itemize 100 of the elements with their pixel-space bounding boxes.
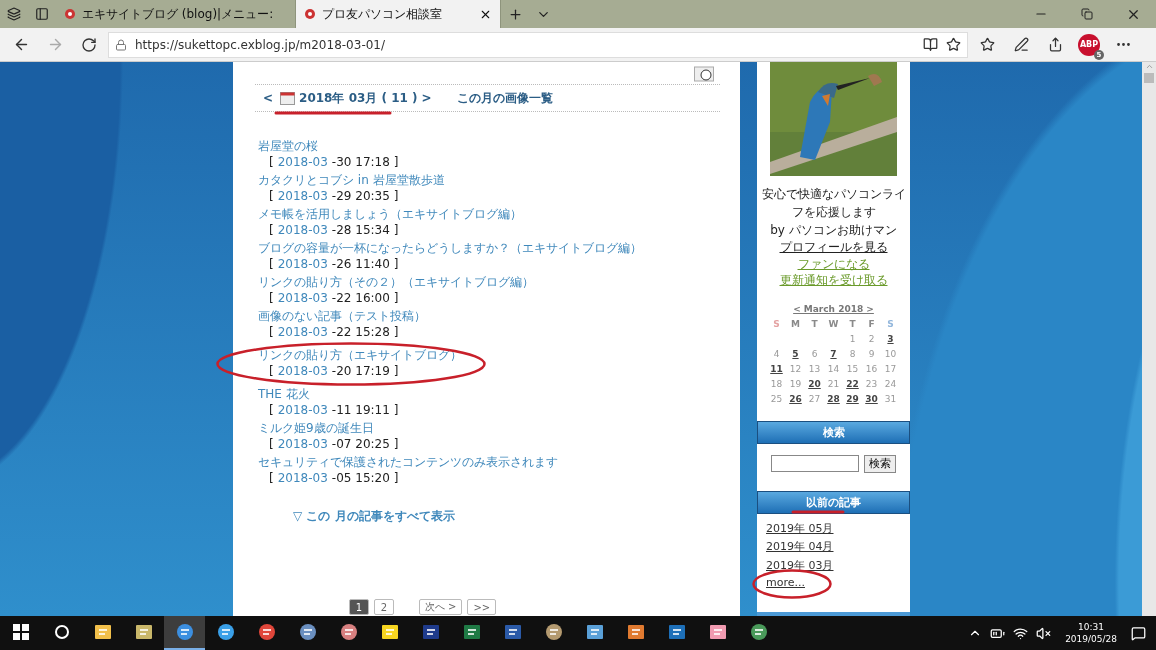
profile-link[interactable]: 更新通知を受け取る — [779, 272, 888, 289]
scrollbar[interactable] — [1142, 62, 1156, 616]
post-time: -26 11:40 ] — [331, 257, 399, 272]
post-time: -07 20:25 ] — [331, 437, 399, 452]
post-month-link[interactable]: 2018-03 — [277, 403, 328, 418]
post-time: -22 15:28 ] — [331, 325, 399, 340]
site-icon — [304, 8, 316, 20]
search-button[interactable]: 検索 — [864, 454, 896, 473]
calendar-day: 27 — [805, 391, 824, 406]
calendar-day: 10 — [881, 346, 900, 361]
post-title-link[interactable]: セキュリティで保護されたコンテンツのみ表示されます — [258, 455, 558, 469]
calendar-day[interactable]: 30 — [862, 391, 881, 406]
calendar-day[interactable]: 22 — [843, 376, 862, 391]
page-button[interactable]: >> — [467, 599, 497, 615]
post-time: -20 17:19 ] — [331, 364, 399, 379]
post-month-link[interactable]: 2018-03 — [277, 223, 328, 238]
calendar-title-link[interactable]: < March 2018 > — [793, 302, 874, 315]
bracket-text: [ — [269, 257, 274, 272]
page-button[interactable]: 1 — [348, 599, 369, 615]
next-month-link[interactable]: > — [421, 91, 432, 105]
calendar-day: 12 — [786, 361, 805, 376]
notification-icon[interactable] — [1131, 625, 1146, 641]
profile-link[interactable]: プロフィールを見る — [779, 239, 888, 256]
post-month-link[interactable]: 2018-03 — [277, 437, 328, 452]
calendar-day[interactable]: 26 — [786, 391, 805, 406]
archive-link[interactable]: 2019年 05月 — [766, 521, 834, 536]
calendar-day: 2 — [862, 331, 881, 346]
calendar-day[interactable]: 29 — [843, 391, 862, 406]
weekday-label: T — [810, 317, 819, 331]
post-title-link[interactable]: 画像のない記事（テスト投稿） — [258, 309, 426, 323]
calendar-day[interactable]: 20 — [805, 376, 824, 391]
post-month-link[interactable]: 2018-03 — [277, 471, 328, 486]
weekday-label: F — [867, 317, 876, 331]
calendar-icon — [280, 91, 296, 105]
post-month-link[interactable]: 2018-03 — [277, 291, 328, 306]
weekday-label: S — [886, 317, 895, 331]
post-month-link[interactable]: 2018-03 — [277, 155, 328, 170]
post-month-link[interactable]: 2018-03 — [277, 325, 328, 340]
calendar-day[interactable]: 7 — [824, 346, 843, 361]
previous-month-link[interactable]: < — [263, 91, 274, 105]
calendar-day: 25 — [767, 391, 786, 406]
show-all-link[interactable]: ▽ この 月の記事をすべて表示 — [293, 508, 455, 525]
clock-time[interactable]: 10:31 — [1078, 621, 1105, 633]
site-icon — [64, 8, 76, 20]
month-images-link[interactable]: この月の画像一覧 — [456, 89, 553, 107]
search-header: 検索 — [757, 420, 910, 444]
archive-header: 以前の記事 — [757, 490, 910, 514]
profile-link[interactable]: ファンになる — [797, 255, 870, 272]
calendar-day: 17 — [881, 361, 900, 376]
post-title-link[interactable]: リンクの貼り方（その２）（エキサイトブログ編） — [258, 275, 534, 289]
bracket-text: [ — [269, 189, 274, 204]
calendar-day: 24 — [881, 376, 900, 391]
volume-icon[interactable] — [1036, 625, 1052, 641]
post-title-link[interactable]: 岩屋堂の桜 — [258, 139, 318, 153]
scroll-thumb[interactable] — [1144, 73, 1154, 83]
calendar-day: 18 — [767, 376, 786, 391]
reading-view-icon[interactable] — [923, 37, 938, 52]
bracket-text: [ — [269, 471, 274, 486]
bracket-text: [ — [269, 364, 274, 379]
calendar-day: 8 — [843, 346, 862, 361]
archive-link[interactable]: 2019年 04月 — [766, 540, 834, 554]
camera-icon[interactable] — [694, 66, 714, 82]
archive-link[interactable]: 2019年 03月 — [766, 558, 834, 573]
post-title-link[interactable]: メモ帳を活用しましょう（エキサイトブログ編） — [258, 207, 522, 221]
post-month-link[interactable]: 2018-03 — [277, 257, 328, 272]
calendar-day[interactable]: 3 — [881, 331, 900, 346]
post-time: -28 15:34 ] — [331, 223, 399, 238]
address-field[interactable]: https://sukettopc.exblog.jp/m2018-03-01/ — [108, 31, 968, 58]
post-month-link[interactable]: 2018-03 — [277, 364, 328, 379]
post-title-link[interactable]: ブログの容量が一杯になったらどうしますか？（エキサイトブログ編） — [258, 241, 642, 255]
wifi-icon[interactable] — [1013, 625, 1029, 641]
calendar-day: 4 — [767, 346, 786, 361]
calendar-day[interactable]: 11 — [767, 361, 786, 376]
bracket-text: [ — [269, 155, 274, 170]
month-link[interactable]: 2018年 03月 ( 11 ) — [299, 89, 418, 107]
post-time: -29 20:35 ] — [331, 189, 399, 204]
post-time: -11 19:11 ] — [331, 403, 399, 418]
clock-date[interactable]: 2019/05/28 — [1065, 633, 1117, 645]
weekday-label: W — [827, 317, 840, 331]
post-time: -22 16:00 ] — [331, 291, 399, 306]
post-month-link[interactable]: 2018-03 — [277, 189, 328, 204]
post-title-link[interactable]: THE 花火 — [258, 387, 310, 401]
browser-tab[interactable]: プロ友パソコン相談室 — [296, 0, 501, 28]
post-title-link[interactable]: カタクリとコブシ in 岩屋堂散歩道 — [258, 173, 445, 187]
calendar-day: 16 — [862, 361, 881, 376]
bracket-text: [ — [269, 325, 274, 340]
calendar-day: 14 — [824, 361, 843, 376]
page-button[interactable]: 次へ > — [418, 599, 463, 615]
bracket-text: [ — [269, 403, 274, 418]
bracket-text: [ — [269, 291, 274, 306]
post-title-link[interactable]: ミルク姫9歳の誕生日 — [258, 421, 374, 435]
bracket-text: [ — [269, 223, 274, 238]
calendar-day[interactable]: 5 — [786, 346, 805, 361]
star-icon[interactable] — [946, 37, 961, 52]
search-field[interactable] — [771, 454, 859, 472]
page-button[interactable]: 2 — [373, 599, 394, 615]
calendar-day[interactable]: 28 — [824, 391, 843, 406]
calendar-day: 19 — [786, 376, 805, 391]
weekday-label: S — [772, 317, 781, 331]
calendar-day: 6 — [805, 346, 824, 361]
